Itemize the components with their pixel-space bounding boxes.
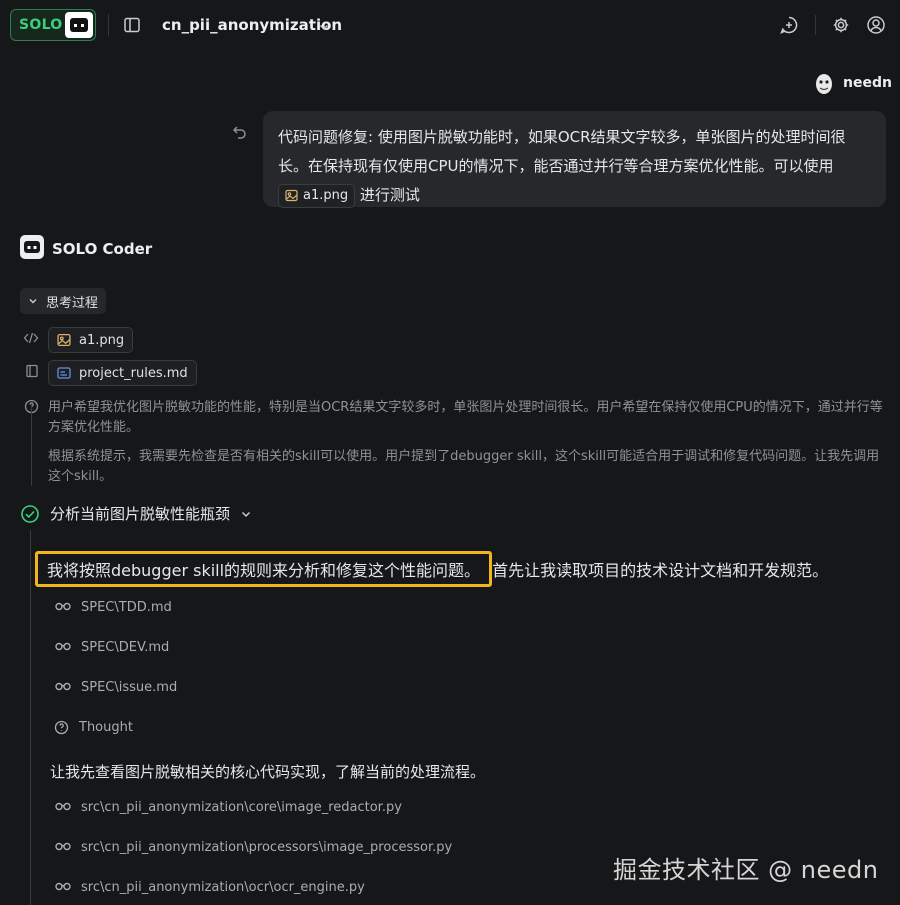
chevron-down-icon: [29, 299, 37, 304]
read-file-path: SPEC\TDD.md: [81, 600, 172, 615]
solo-badge-label: SOLO: [19, 17, 63, 33]
highlighted-response-text: 我将按照debugger skill的规则来分析和修复这个性能问题。: [35, 551, 493, 587]
thought-paragraph: 根据系统提示，我需要先检查是否有相关的skill可以使用。用户提到了debugg…: [48, 449, 880, 484]
solo-bot-icon: [65, 12, 93, 38]
assistant-name: SOLO Coder: [52, 240, 153, 258]
new-chat-icon[interactable]: [779, 15, 799, 39]
read-file-path: src\cn_pii_anonymization\processors\imag…: [81, 840, 453, 855]
user-message-text: 代码问题修复: 使用图片脱敏功能时，如果OCR结果文字较多，单张图片的处理时间很…: [278, 128, 846, 175]
context-file-chip[interactable]: a1.png: [48, 327, 134, 353]
response-text: 让我先查看图片脱敏相关的核心代码实现，了解当前的处理流程。: [50, 763, 486, 781]
account-icon[interactable]: [866, 15, 886, 39]
read-file-item[interactable]: SPEC\TDD.md: [55, 600, 172, 615]
project-dropdown-chevron-icon[interactable]: [318, 18, 330, 37]
markdown-file-icon: [57, 367, 71, 379]
assistant-response-line: 我将按照debugger skill的规则来分析和修复这个性能问题。 首先让我读…: [35, 551, 828, 587]
settings-gear-icon[interactable]: [832, 16, 850, 38]
read-file-item[interactable]: src\cn_pii_anonymization\ocr\ocr_engine.…: [55, 880, 365, 895]
thought-label: Thought: [79, 720, 133, 735]
read-file-item[interactable]: SPEC\DEV.md: [55, 640, 169, 655]
response-text: 首先让我读取项目的技术设计文档和开发规范。: [492, 561, 829, 580]
read-file-path: SPEC\DEV.md: [81, 640, 170, 655]
sidebar-toggle-icon[interactable]: [123, 16, 141, 38]
thought-thread-line: [31, 404, 32, 486]
read-file-item[interactable]: SPEC\issue.md: [55, 680, 177, 695]
step-thread-line: [30, 530, 31, 905]
solo-badge[interactable]: SOLO: [10, 9, 96, 41]
solo-coder-icon: [20, 235, 44, 259]
glasses-icon: [55, 800, 71, 815]
read-file-item[interactable]: src\cn_pii_anonymization\processors\imag…: [55, 840, 452, 855]
project-title[interactable]: cn_pii_anonymization: [162, 16, 342, 34]
user-message-text-end: 进行测试: [359, 186, 420, 204]
glasses-icon: [55, 680, 71, 695]
context-file-label: a1.png: [79, 332, 125, 348]
watermark: 掘金技术社区 @ needn: [613, 856, 879, 884]
glasses-icon: [55, 600, 71, 615]
undo-message-icon[interactable]: [232, 124, 248, 144]
header-divider-right: [815, 15, 816, 35]
glasses-icon: [55, 880, 71, 895]
check-circle-icon: [21, 504, 39, 523]
read-file-item[interactable]: src\cn_pii_anonymization\core\image_reda…: [55, 800, 402, 815]
code-icon: [23, 331, 39, 349]
read-file-path: src\cn_pii_anonymization\core\image_reda…: [81, 800, 402, 815]
glasses-icon: [55, 840, 71, 855]
chevron-down-icon: [241, 511, 251, 517]
user-avatar: [814, 72, 834, 96]
attachment-chip-label: a1.png: [303, 187, 349, 203]
attachment-chip[interactable]: a1.png: [278, 183, 356, 208]
thought-bulb-icon: [54, 720, 69, 735]
thinking-label: 思考过程: [46, 295, 99, 311]
thought-paragraph: 用户希望我优化图片脱敏功能的性能，特别是当OCR结果文字较多时，单张图片处理时间…: [48, 400, 883, 435]
read-file-path: SPEC\issue.md: [81, 680, 178, 695]
user-name: needn: [843, 75, 892, 91]
image-file-icon: [285, 189, 298, 202]
context-file-label: project_rules.md: [79, 365, 188, 381]
header-divider: [108, 14, 109, 36]
read-file-path: src\cn_pii_anonymization\ocr\ocr_engine.…: [81, 880, 365, 895]
user-message-bubble: 代码问题修复: 使用图片脱敏功能时，如果OCR结果文字较多，单张图片的处理时间很…: [263, 111, 886, 208]
thinking-toggle[interactable]: 思考过程: [20, 288, 107, 314]
image-file-icon: [57, 333, 71, 347]
rules-book-icon: [25, 364, 39, 382]
glasses-icon: [55, 640, 71, 655]
thought-item[interactable]: Thought: [54, 720, 133, 735]
step-header[interactable]: 分析当前图片脱敏性能瓶颈: [20, 503, 252, 524]
context-file-chip[interactable]: project_rules.md: [48, 360, 197, 386]
step-title: 分析当前图片脱敏性能瓶颈: [50, 505, 231, 523]
